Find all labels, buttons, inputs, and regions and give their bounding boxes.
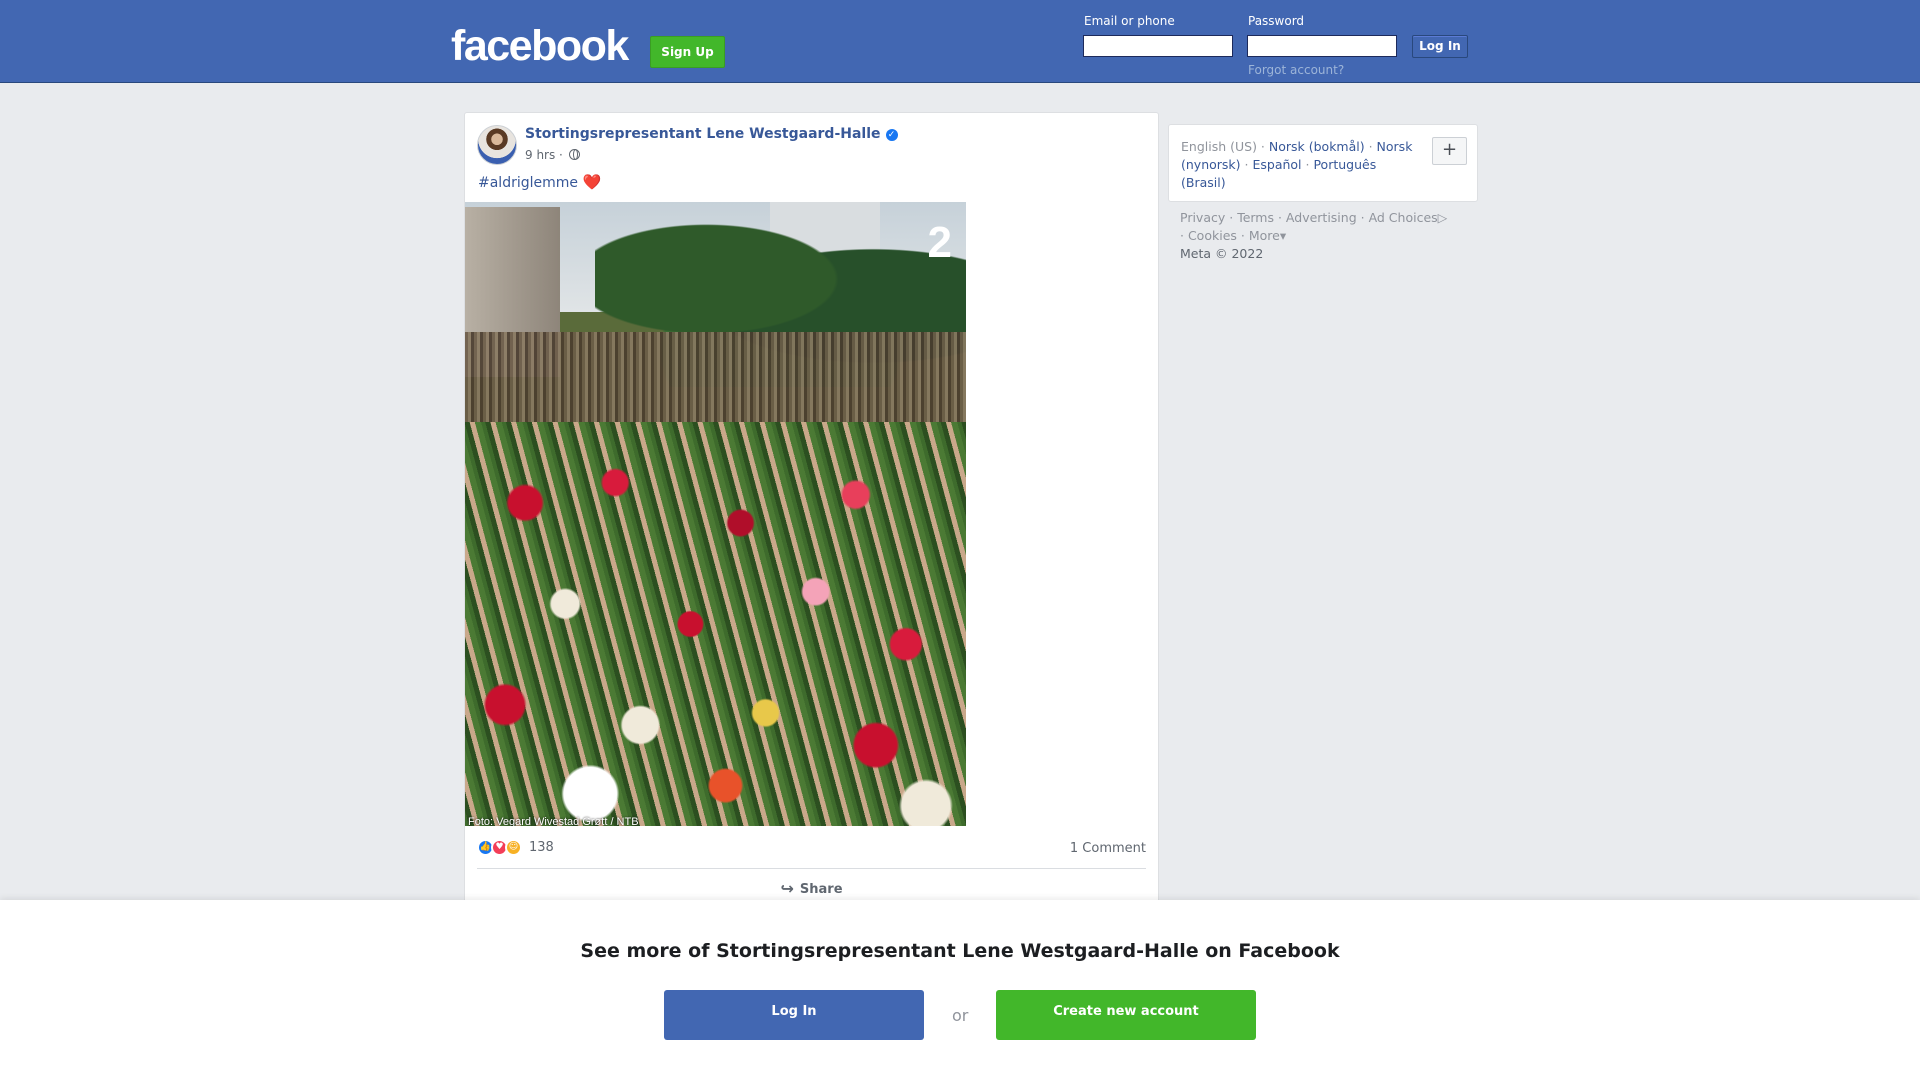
avatar[interactable] [477,125,517,165]
share-icon: ↪ [780,879,794,898]
post-author-name[interactable]: Stortingsrepresentant Lene Westgaard-Hal… [525,126,881,142]
language-list: English (US) · Norsk (bokmål) · Norsk (n… [1181,139,1413,190]
post-card: Stortingsrepresentant Lene Westgaard-Hal… [464,112,1159,912]
top-bar: facebook Sign Up Email or phone Password… [0,0,1920,83]
verified-icon: ✓ [885,129,898,141]
create-account-button[interactable]: Create new account [996,990,1256,1040]
overlay-log-in-button[interactable]: Log In [664,990,924,1040]
post-author[interactable]: Stortingsrepresentant Lene Westgaard-Hal… [525,126,898,142]
current-language: English (US) [1181,139,1257,154]
footer-link-advertising[interactable]: Advertising [1286,210,1357,225]
share-label: Share [799,882,843,897]
more-languages-button[interactable]: + [1432,137,1467,165]
password-field[interactable] [1247,35,1397,57]
footer-link-more[interactable]: More [1249,228,1280,243]
comments-link[interactable]: 1 Comment [1070,841,1146,856]
email-label: Email or phone [1084,14,1175,28]
reaction-count: 138 [529,840,554,855]
globe-icon [568,149,580,160]
care-icon: ☺ [505,839,522,856]
footer-link-ad-choices[interactable]: Ad Choices [1369,210,1438,225]
language-card: English (US) · Norsk (bokmål) · Norsk (n… [1168,124,1478,202]
language-link[interactable]: Norsk (bokmål) [1269,139,1365,154]
post-meta: 9 hrs · [525,148,580,162]
overlay-title: See more of Stortingsrepresentant Lene W… [580,940,1340,962]
language-link[interactable]: Español [1252,157,1301,172]
hashtag-link[interactable]: #aldriglemme [478,175,578,191]
caret-down-icon: ▾ [1279,228,1287,243]
footer-link-cookies[interactable]: Cookies [1188,228,1237,243]
login-overlay: See more of Stortingsrepresentant Lene W… [0,900,1920,1080]
share-button[interactable]: ↪ Share [465,879,1158,898]
tv2-logo: 2 [927,218,952,267]
footer-link-privacy[interactable]: Privacy [1180,210,1225,225]
reactions-summary[interactable]: 👍 ♥ ☺ 138 [477,839,554,856]
post-time[interactable]: 9 hrs · [525,148,563,162]
sign-up-button[interactable]: Sign Up [650,36,725,68]
or-label: or [952,1006,969,1025]
footer-links: Privacy · Terms · Advertising · Ad Choic… [1180,210,1448,261]
log-in-button[interactable]: Log In [1412,35,1468,58]
password-label: Password [1248,14,1305,28]
email-field[interactable] [1083,35,1233,57]
post-photo[interactable]: 2 Foto: Vegard Wivestad Grøtt / NTB [465,202,966,826]
copyright: Meta © 2022 [1180,246,1264,261]
heart-emoji: ❤️ [582,173,602,191]
photo-roses [465,422,966,826]
divider [477,868,1146,869]
footer-link-terms[interactable]: Terms [1237,210,1274,225]
photo-credit: Foto: Vegard Wivestad Grøtt / NTB [468,816,639,826]
ad-choices-icon: ▷ [1437,210,1448,225]
facebook-logo[interactable]: facebook [451,22,629,71]
post-text: #aldriglemme ❤️ [478,173,601,191]
forgot-account-link[interactable]: Forgot account? [1248,63,1344,77]
